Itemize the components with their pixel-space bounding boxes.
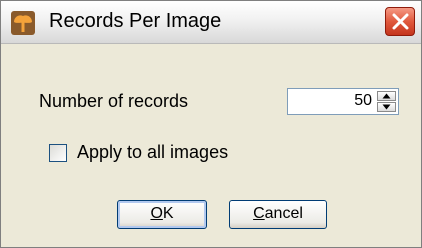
tree-icon [11, 11, 35, 35]
spinner-down-button[interactable] [377, 102, 396, 112]
close-icon [392, 13, 409, 30]
cancel-mnemonic: C [253, 205, 265, 222]
window-title: Records Per Image [49, 10, 222, 32]
cancel-button[interactable]: Cancel [229, 200, 327, 229]
arrow-down-icon [382, 104, 391, 110]
title-bar[interactable]: Records Per Image [1, 1, 421, 44]
ok-button[interactable]: OK [117, 200, 207, 229]
ok-mnemonic: O [150, 205, 163, 222]
apply-all-checkbox[interactable] [49, 144, 67, 162]
close-button[interactable] [385, 7, 415, 36]
apply-all-label[interactable]: Apply to all images [77, 142, 228, 163]
cancel-label-rest: ancel [264, 205, 303, 222]
ok-label-rest: K [162, 205, 174, 222]
records-value[interactable]: 50 [354, 92, 372, 110]
records-spinner[interactable]: 50 [287, 88, 399, 115]
arrow-up-icon [382, 93, 391, 99]
records-per-image-dialog: Records Per Image Number of records 50 A… [0, 0, 422, 248]
spinner-buttons [377, 91, 396, 112]
spinner-up-button[interactable] [377, 91, 396, 101]
records-label: Number of records [39, 91, 189, 111]
